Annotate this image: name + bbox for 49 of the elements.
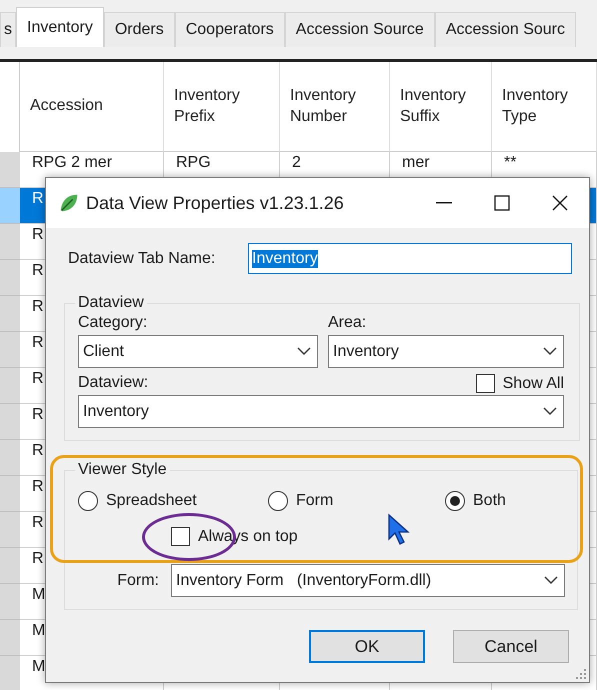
close-icon (552, 195, 568, 211)
maximize-icon (494, 195, 510, 211)
dropdown[interactable]: Inventory Form (InventoryForm.dll) (171, 564, 565, 597)
column-header[interactable]: Inventory Type (492, 62, 597, 152)
row-header[interactable] (0, 260, 20, 296)
leaf-icon (58, 192, 80, 214)
row-header[interactable] (0, 620, 20, 656)
row-header[interactable] (0, 404, 20, 440)
ok-button[interactable]: OK (309, 630, 425, 663)
row-header[interactable] (0, 476, 20, 512)
tab[interactable]: Cooperators (174, 12, 285, 47)
tab[interactable]: Orders (104, 12, 175, 47)
column-header[interactable]: Inventory Prefix (164, 62, 280, 152)
field-label: Dataview: (78, 373, 148, 393)
dropdown[interactable]: Inventory (78, 395, 564, 428)
column-header[interactable]: Inventory Suffix (390, 62, 492, 152)
input-field[interactable]: Inventory (248, 243, 572, 274)
field-label: Category: (78, 313, 148, 333)
field-label: Area: (328, 313, 368, 333)
radio-button[interactable]: Form (268, 491, 445, 511)
row-header[interactable] (0, 224, 20, 260)
dropdown[interactable]: Client (78, 335, 318, 368)
chevron-icon (543, 347, 557, 356)
row-header[interactable] (0, 656, 20, 690)
chevron-icon (297, 347, 311, 356)
tab[interactable]: Inventory (16, 7, 104, 47)
column-header[interactable]: Accession (20, 62, 164, 152)
column-header[interactable]: Inventory Number (280, 62, 390, 152)
chevron-icon (544, 576, 558, 585)
row-header[interactable] (0, 332, 20, 368)
radio-button[interactable]: Both (445, 491, 545, 511)
tab[interactable]: s (0, 12, 16, 47)
group-title: Dataview (77, 294, 145, 312)
tab[interactable]: Accession Sourc (434, 12, 576, 47)
chevron-icon (543, 407, 557, 416)
row-header[interactable] (0, 548, 20, 584)
minimize-icon (436, 202, 452, 204)
tab[interactable]: Accession Source (284, 12, 435, 47)
row-header[interactable] (0, 188, 20, 224)
cancel-button[interactable]: Cancel (453, 630, 569, 663)
dropdown[interactable]: Inventory (328, 335, 564, 368)
row-header[interactable] (0, 368, 20, 404)
resize-grip-icon (575, 668, 587, 680)
checkbox[interactable]: Show All (476, 374, 564, 393)
row-header[interactable] (0, 584, 20, 620)
row-header[interactable] (0, 152, 20, 188)
row-header[interactable] (0, 512, 20, 548)
row-header[interactable] (0, 296, 20, 332)
row-header[interactable] (0, 440, 20, 476)
